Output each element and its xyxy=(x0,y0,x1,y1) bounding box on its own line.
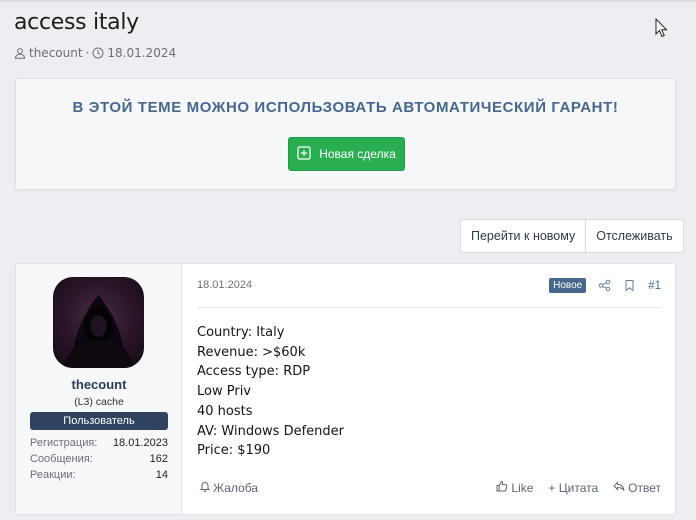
stat-label: Регистрация: xyxy=(30,437,98,449)
report-label: Жалоба xyxy=(213,480,258,495)
share-icon[interactable] xyxy=(598,279,611,292)
bell-icon xyxy=(199,480,211,495)
notice-text: В ЭТОЙ ТЕМЕ МОЖНО ИСПОЛЬЗОВАТЬ АВТОМАТИЧ… xyxy=(72,99,619,116)
body-line: 40 hosts xyxy=(197,403,253,419)
post: thecount (L3) cache Пользователь Регистр… xyxy=(15,263,676,515)
stat-label: Сообщения: xyxy=(30,453,93,465)
body-line: Price: $190 xyxy=(197,443,271,459)
meta-separator: · xyxy=(85,46,90,60)
goto-new-button[interactable]: Перейти к новому xyxy=(461,220,585,252)
clock-icon xyxy=(92,47,104,59)
bookmark-icon[interactable] xyxy=(623,279,636,292)
user-banner: Пользователь xyxy=(30,412,168,430)
post-body: Country: Italy Revenue: >$60k Access typ… xyxy=(197,323,661,461)
reply-icon xyxy=(613,480,625,495)
avatar[interactable] xyxy=(53,277,144,368)
divider xyxy=(197,307,661,308)
thread-meta: thecount · 18.01.2024 xyxy=(14,46,176,60)
post-date[interactable]: 18.01.2024 xyxy=(197,279,252,291)
report-link[interactable]: Жалоба xyxy=(199,480,258,495)
stat-registration: Регистрация: 18.01.2023 xyxy=(30,435,168,451)
body-line: AV: Windows Defender xyxy=(197,423,344,439)
username[interactable]: thecount xyxy=(16,377,182,392)
body-line: Low Priv xyxy=(197,384,251,400)
post-footer-actions: Like + Цитата Ответ xyxy=(496,480,661,495)
stat-value: 14 xyxy=(155,469,168,481)
new-deal-button[interactable]: Новая сделка xyxy=(288,137,405,171)
reply-label: Ответ xyxy=(628,480,661,495)
body-line: Access type: RDP xyxy=(197,364,311,380)
user-icon xyxy=(14,47,26,59)
stat-messages: Сообщения: 162 xyxy=(30,451,168,467)
stat-value: 162 xyxy=(149,453,168,465)
quote-button[interactable]: + Цитата xyxy=(548,481,598,495)
post-user-info: thecount (L3) cache Пользователь Регистр… xyxy=(16,264,182,514)
stat-value: 18.01.2023 xyxy=(112,437,168,449)
guarantee-notice: В ЭТОЙ ТЕМЕ МОЖНО ИСПОЛЬЗОВАТЬ АВТОМАТИЧ… xyxy=(15,78,676,190)
watch-button[interactable]: Отслеживать xyxy=(585,220,682,252)
mouse-cursor-icon xyxy=(655,17,669,38)
hooded-figure-image xyxy=(63,295,134,368)
post-footer: Жалоба Like + Цитата Ответ xyxy=(197,480,661,496)
user-title: (L3) cache xyxy=(74,396,124,408)
new-badge: Новое xyxy=(549,278,587,293)
page-title: access italy xyxy=(14,10,139,35)
body-line: Country: Italy xyxy=(197,325,285,340)
quote-label: + Цитата xyxy=(548,480,599,495)
user-stats: Регистрация: 18.01.2023 Сообщения: 162 Р… xyxy=(30,435,168,483)
stat-reactions: Реакции: 14 xyxy=(30,467,168,483)
new-deal-label: Новая сделка xyxy=(319,147,396,161)
stat-label: Реакции: xyxy=(30,469,76,481)
top-shadow xyxy=(0,0,696,4)
reply-button[interactable]: Ответ xyxy=(613,480,661,495)
post-number-link[interactable]: #1 xyxy=(648,280,661,292)
like-label: Like xyxy=(511,480,534,495)
post-top-actions: Новое #1 xyxy=(549,278,661,293)
thread-date-link[interactable]: 18.01.2024 xyxy=(107,46,176,60)
plus-square-icon xyxy=(297,145,311,163)
thread-action-buttons: Перейти к новому Отслеживать xyxy=(460,219,684,253)
thumbs-up-icon xyxy=(496,480,508,495)
thread-author-link[interactable]: thecount xyxy=(29,46,83,60)
body-line: Revenue: >$60k xyxy=(197,344,306,360)
like-button[interactable]: Like xyxy=(496,480,533,495)
